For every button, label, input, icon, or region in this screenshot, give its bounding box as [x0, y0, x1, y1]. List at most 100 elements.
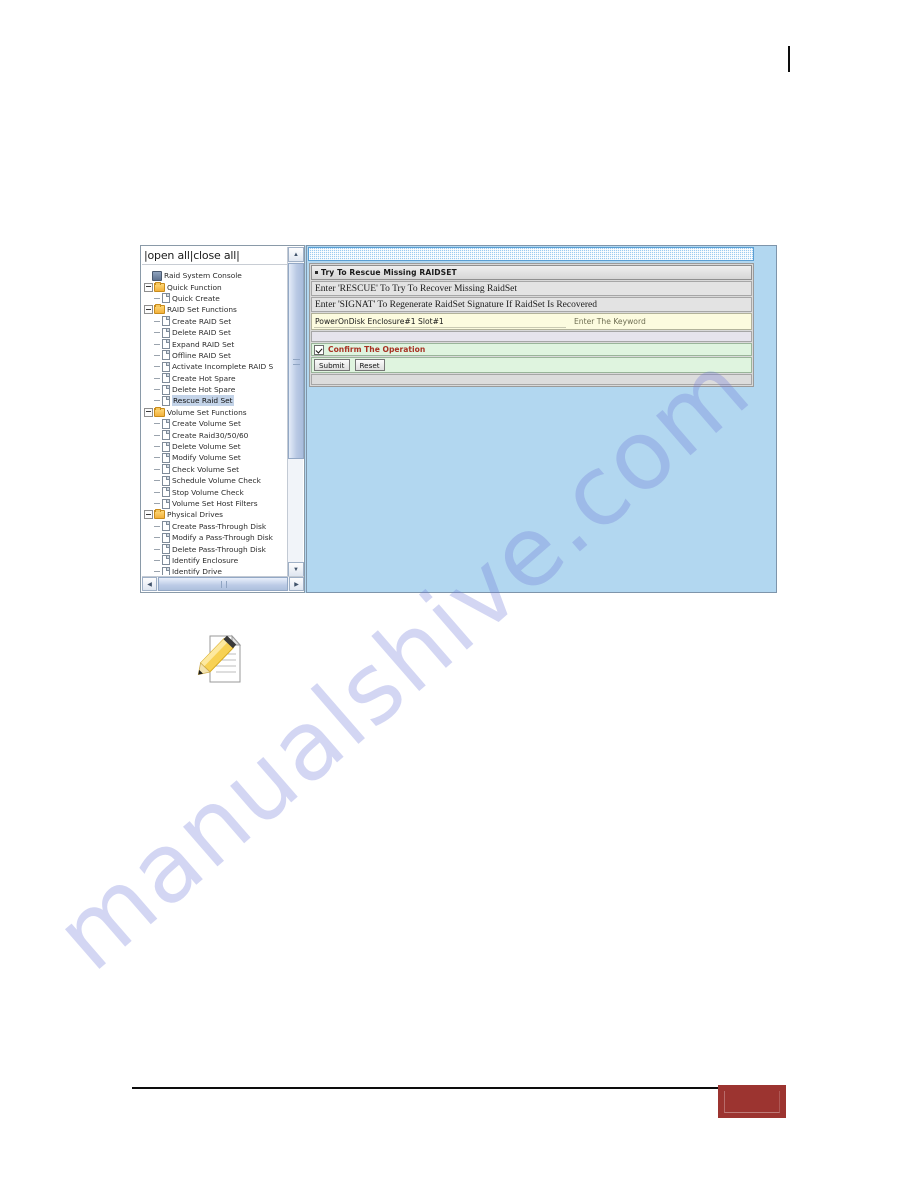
page-icon: [162, 327, 170, 338]
tree-item-label: Quick Function: [167, 282, 222, 292]
page-icon: [162, 395, 170, 406]
open-close-all-toolbar[interactable]: |open all|close all|: [142, 247, 288, 265]
tree-connector-icon: [154, 557, 162, 564]
tree-connector-icon: [154, 375, 162, 382]
tree-expander-icon[interactable]: [144, 282, 153, 292]
tree-item-label: Expand RAID Set: [172, 339, 235, 349]
tree-horizontal-scroll-thumb[interactable]: [158, 577, 288, 591]
form-action-row: Submit Reset: [311, 357, 752, 373]
tree-item-create-raid-set[interactable]: Create RAID Set: [142, 316, 287, 327]
tree-item-activate-incomplete-raid-s[interactable]: Activate Incomplete RAID S: [142, 361, 287, 372]
tree-vertical-scrollbar[interactable]: ▲ ▼: [287, 247, 304, 577]
tree-item-label: Delete RAID Set: [172, 328, 231, 338]
tree-connector-icon: [154, 432, 162, 439]
tree-connector-icon: [154, 352, 162, 359]
tree-connector-icon: [154, 420, 162, 427]
tree-item-expand-raid-set[interactable]: Expand RAID Set: [142, 338, 287, 350]
tree-item-create-hot-spare[interactable]: Create Hot Spare: [142, 373, 287, 384]
tree-connector-icon: [154, 466, 162, 473]
folder-icon: [154, 509, 165, 520]
page-icon: [162, 441, 170, 452]
tree-item-create-raid30-50-60[interactable]: Create Raid30/50/60: [142, 429, 287, 441]
tree-item-create-volume-set[interactable]: Create Volume Set: [142, 418, 287, 429]
tree-vertical-scroll-thumb[interactable]: [288, 263, 304, 459]
tree-item-raid-system-console[interactable]: Raid System Console: [142, 270, 287, 281]
page-icon: [162, 566, 170, 575]
folder-icon: [154, 304, 165, 315]
tree-horizontal-scrollbar[interactable]: ◀ ▶: [142, 576, 304, 591]
page-icon: [162, 373, 170, 384]
tree-item-offline-raid-set[interactable]: Offline RAID Set: [142, 350, 287, 361]
tree-item-label: Create Volume Set: [172, 419, 241, 429]
scroll-left-arrow-icon[interactable]: ◀: [142, 577, 157, 591]
tree-item-label: Offline RAID Set: [172, 350, 231, 360]
scroll-right-arrow-icon[interactable]: ▶: [289, 577, 304, 591]
page-icon: [162, 339, 170, 350]
open-close-all-label[interactable]: |open all|close all|: [144, 249, 240, 262]
tree-item-identify-enclosure[interactable]: Identify Enclosure: [142, 555, 287, 566]
form-title-row: Try To Rescue Missing RAIDSET: [311, 265, 752, 280]
tree-expander-icon[interactable]: [144, 305, 153, 315]
tree-item-label: Rescue Raid Set: [172, 395, 234, 407]
tree-item-check-volume-set[interactable]: Check Volume Set: [142, 464, 287, 475]
page-icon: [162, 487, 170, 498]
tree-connector-icon: [154, 534, 162, 541]
tree-item-stop-volume-check[interactable]: Stop Volume Check: [142, 486, 287, 498]
page-icon: [162, 316, 170, 327]
tree-item-quick-function[interactable]: Quick Function: [142, 281, 287, 292]
scroll-down-arrow-icon[interactable]: ▼: [288, 562, 304, 577]
rescue-raidset-form: Try To Rescue Missing RAIDSET Enter 'RES…: [309, 263, 754, 387]
tree-connector-icon: [154, 341, 162, 348]
submit-button[interactable]: Submit: [314, 359, 350, 371]
tree-connector-icon: [154, 329, 162, 336]
scroll-up-arrow-icon[interactable]: ▲: [288, 247, 304, 262]
tree-item-delete-hot-spare[interactable]: Delete Hot Spare: [142, 384, 287, 395]
decorative-dotted-header-strip: [308, 247, 754, 261]
footer-rule: [132, 1087, 719, 1089]
tree-item-label: Create RAID Set: [172, 316, 232, 326]
tree-item-modify-volume-set[interactable]: Modify Volume Set: [142, 452, 287, 463]
tree-expander-icon[interactable]: [144, 510, 153, 520]
tree-connector-icon: [154, 523, 162, 530]
form-footer-row: [311, 374, 752, 385]
tree-connector-icon: [154, 443, 162, 450]
tree-item-delete-volume-set[interactable]: Delete Volume Set: [142, 441, 287, 452]
computer-icon: [152, 270, 162, 281]
tree-item-delete-raid-set[interactable]: Delete RAID Set: [142, 327, 287, 338]
tree-item-identify-drive[interactable]: Identify Drive: [142, 566, 287, 575]
tree-item-label: Delete Hot Spare: [172, 385, 236, 395]
tree-item-rescue-raid-set[interactable]: Rescue Raid Set: [142, 395, 287, 407]
tree-item-quick-create[interactable]: Quick Create: [142, 293, 287, 304]
tree-connector-icon: [154, 500, 162, 507]
page-icon: [162, 555, 170, 566]
tree-connector-icon: [154, 546, 162, 553]
tree-item-raid-set-functions[interactable]: RAID Set Functions: [142, 304, 287, 315]
tree-item-label: Check Volume Set: [172, 464, 240, 474]
page-icon: [162, 430, 170, 441]
note-pencil-icon: [196, 632, 242, 688]
tree-item-volume-set-functions[interactable]: Volume Set Functions: [142, 406, 287, 418]
instruction-row-signat: Enter 'SIGNAT' To Regenerate RaidSet Sig…: [311, 297, 752, 312]
tree-item-volume-set-host-filters[interactable]: Volume Set Host Filters: [142, 498, 287, 509]
tree-item-label: Stop Volume Check: [172, 487, 244, 497]
tree-connector-icon: [154, 489, 162, 496]
confirm-operation-checkbox[interactable]: [314, 344, 324, 355]
instruction-row-rescue: Enter 'RESCUE' To Try To Recover Missing…: [311, 281, 752, 296]
keyword-input[interactable]: [314, 315, 566, 328]
tree-item-label: Create Raid30/50/60: [172, 430, 249, 440]
tree-connector-icon: [154, 568, 162, 575]
tree-item-label: Raid System Console: [164, 271, 242, 281]
tree-item-physical-drives[interactable]: Physical Drives: [142, 509, 287, 520]
tree-item-schedule-volume-check[interactable]: Schedule Volume Check: [142, 475, 287, 486]
confirm-operation-row: Confirm The Operation: [311, 343, 752, 356]
tree-item-create-pass-through-disk[interactable]: Create Pass-Through Disk: [142, 521, 287, 532]
tree-item-label: Schedule Volume Check: [172, 476, 261, 486]
tree-item-modify-a-pass-through-disk[interactable]: Modify a Pass-Through Disk: [142, 532, 287, 543]
tree-item-delete-pass-through-disk[interactable]: Delete Pass-Through Disk: [142, 543, 287, 555]
reset-button[interactable]: Reset: [354, 359, 385, 371]
content-pane: Try To Rescue Missing RAIDSET Enter 'RES…: [306, 245, 777, 593]
page-icon: [162, 475, 170, 486]
tree-item-label: Delete Pass-Through Disk: [172, 544, 266, 554]
tree-expander-icon[interactable]: [144, 407, 153, 417]
tree-connector-icon: [154, 477, 162, 484]
